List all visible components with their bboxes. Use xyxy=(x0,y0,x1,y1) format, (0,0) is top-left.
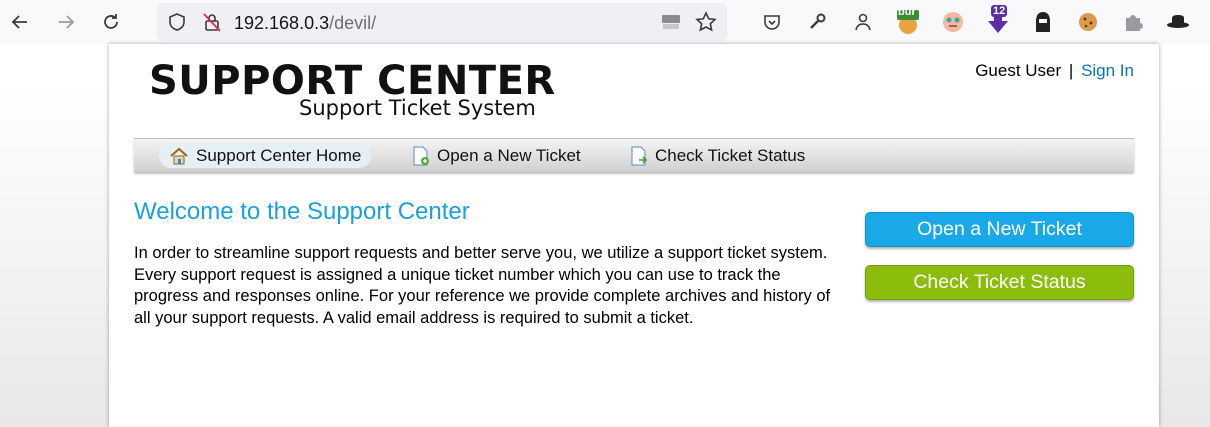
url-host: 192.168.0.3 xyxy=(234,13,330,33)
check-ticket-status-button[interactable]: Check Ticket Status xyxy=(865,265,1134,300)
hacker-extension-icon[interactable] xyxy=(1030,9,1056,35)
pocket-icon[interactable] xyxy=(759,9,785,35)
back-button[interactable] xyxy=(6,8,34,36)
home-icon xyxy=(169,147,189,165)
new-ticket-icon xyxy=(412,146,430,166)
shield-icon[interactable] xyxy=(167,12,187,37)
welcome-heading: Welcome to the Support Center xyxy=(134,198,470,225)
user-separator: | xyxy=(1068,61,1074,80)
face-extension-icon[interactable] xyxy=(940,9,966,35)
browser-toolbar: 192.168.0.3/devil/ bur 12 xyxy=(0,0,1210,44)
reload-button[interactable] xyxy=(97,8,125,36)
open-new-ticket-button[interactable]: Open a New Ticket xyxy=(865,212,1134,247)
nav-check-ticket-status[interactable]: Check Ticket Status xyxy=(620,143,815,168)
reader-view-icon[interactable] xyxy=(660,12,682,37)
main-navigation: Support Center Home Open a New Ticket Ch… xyxy=(134,138,1134,172)
hat-icon[interactable] xyxy=(1165,9,1191,35)
burp-badge: bur xyxy=(898,6,916,18)
forward-arrow-icon xyxy=(59,15,75,29)
guest-user-label: Guest User xyxy=(975,61,1062,80)
bookmark-star-icon[interactable] xyxy=(695,11,717,38)
back-arrow-icon xyxy=(11,15,27,29)
url-path: /devil/ xyxy=(329,13,377,33)
wrench-icon[interactable] xyxy=(804,9,830,35)
support-center-page: SUPPORT CENTER Support Ticket System Gue… xyxy=(109,44,1159,427)
sign-in-link[interactable]: Sign In xyxy=(1081,61,1134,80)
nav-label: Support Center Home xyxy=(196,145,362,165)
user-agent-icon[interactable] xyxy=(850,9,876,35)
nav-label: Open a New Ticket xyxy=(437,145,581,165)
intro-paragraph: In order to streamline support requests … xyxy=(134,244,831,327)
address-bar[interactable]: 192.168.0.3/devil/ xyxy=(157,3,727,41)
user-area: Guest User | Sign In xyxy=(975,61,1134,81)
ticket-status-icon xyxy=(630,146,648,166)
nav-support-center-home[interactable]: Support Center Home xyxy=(159,143,372,168)
nav-open-new-ticket[interactable]: Open a New Ticket xyxy=(402,143,591,168)
nav-label: Check Ticket Status xyxy=(655,145,806,165)
burp-extension-icon[interactable]: bur xyxy=(895,6,921,35)
forward-button[interactable] xyxy=(52,8,80,36)
cookie-icon[interactable] xyxy=(1075,9,1101,35)
insecure-lock-icon[interactable] xyxy=(201,11,223,38)
hackbar-icon[interactable]: 12 xyxy=(985,5,1011,35)
hackbar-badge: 12 xyxy=(991,5,1008,17)
url-text[interactable]: 192.168.0.3/devil/ xyxy=(234,13,376,34)
reload-icon xyxy=(104,14,118,29)
puzzle-icon[interactable] xyxy=(1120,9,1146,35)
logo-subtitle: Support Ticket System xyxy=(299,96,536,120)
